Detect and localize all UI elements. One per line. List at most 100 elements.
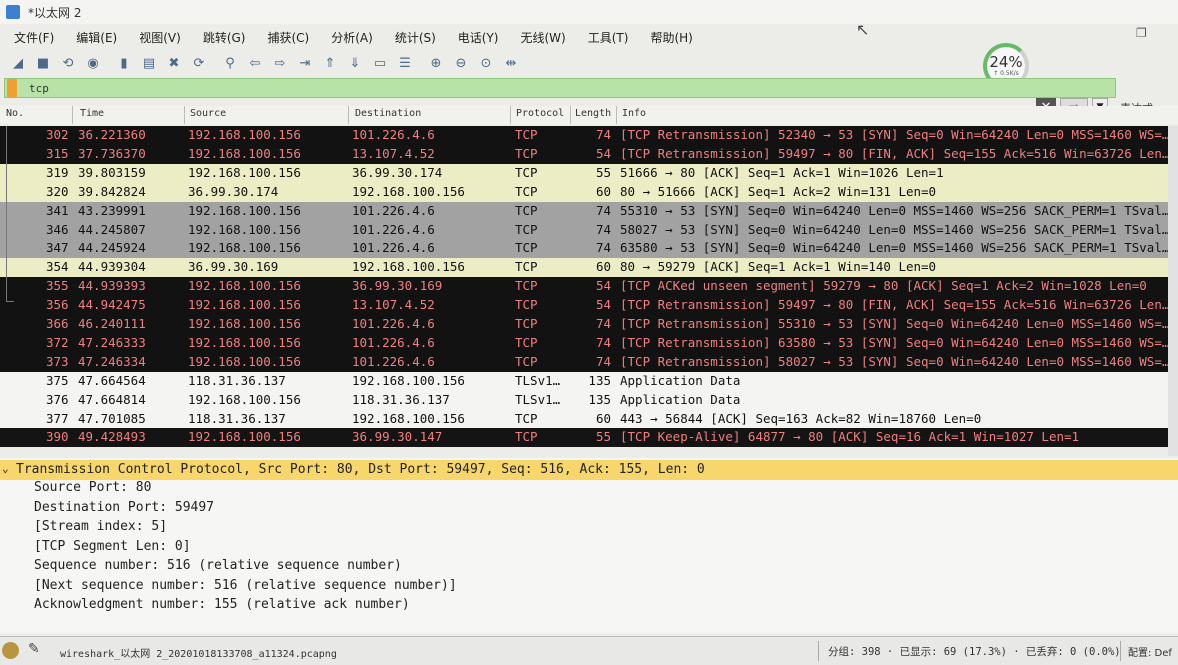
packet-cell-src: 192.168.100.156 xyxy=(188,240,301,256)
stop-icon[interactable]: ■ xyxy=(33,53,53,73)
menu-item[interactable]: 帮助(H) xyxy=(650,29,692,46)
shark-fin-icon[interactable]: ◢ xyxy=(8,53,28,73)
restart-icon[interactable]: ⟲ xyxy=(58,53,78,73)
packet-cell-proto: TLSv1… xyxy=(515,391,561,407)
display-filter-input[interactable] xyxy=(29,81,629,95)
tcp-tree-header[interactable]: ⌄ Transmission Control Protocol, Src Por… xyxy=(0,460,1178,480)
find-icon[interactable]: ⚲ xyxy=(220,53,240,73)
packet-row[interactable]: 315 37.736370 192.168.100.156 13.107.4.52 TC… xyxy=(0,144,1168,164)
packet-row[interactable]: 347 44.245924 192.168.100.156 101.226.4.6 TC… xyxy=(0,239,1168,259)
collapse-arrow-icon[interactable]: ⌄ xyxy=(2,462,9,475)
detail-field[interactable]: Acknowledgment number: 155 (relative ack… xyxy=(34,597,410,612)
packet-row[interactable]: 320 39.842824 36.99.30.174 192.168.100.156 T… xyxy=(0,182,1168,202)
menu-item[interactable]: 电话(Y) xyxy=(458,29,499,46)
packet-row[interactable]: 356 44.942475 192.168.100.156 13.107.4.52 TC… xyxy=(0,296,1168,316)
close-file-icon[interactable]: ✖ xyxy=(164,53,184,73)
packet-cell-time: 47.701085 xyxy=(78,410,146,426)
packet-row[interactable]: 373 47.246334 192.168.100.156 101.226.4.6 TC… xyxy=(0,352,1168,372)
packet-row[interactable]: 377 47.701085 118.31.36.137 192.168.100.156… xyxy=(0,409,1168,429)
column-divider[interactable] xyxy=(616,106,617,124)
filter-bookmark-icon[interactable] xyxy=(7,79,17,97)
packet-row[interactable]: 355 44.939393 192.168.100.156 36.99.30.169 T… xyxy=(0,277,1168,297)
packet-row[interactable]: 302 36.221360 192.168.100.156 101.226.4.6 TC… xyxy=(0,126,1168,145)
column-header-time[interactable]: Time xyxy=(80,108,104,119)
autoscroll-icon[interactable]: ▭ xyxy=(370,53,390,73)
reload-icon[interactable]: ⟳ xyxy=(189,53,209,73)
first-icon[interactable]: ⇑ xyxy=(320,53,340,73)
file-icon[interactable]: ▤ xyxy=(139,53,159,73)
capture-comment-icon[interactable]: ✎ xyxy=(28,641,40,657)
detail-field[interactable]: [Next sequence number: 516 (relative seq… xyxy=(34,578,457,593)
packet-row[interactable]: 366 46.240111 192.168.100.156 101.226.4.6 TC… xyxy=(0,315,1168,334)
column-header-info[interactable]: Info xyxy=(622,108,646,119)
packet-row[interactable]: 346 44.245807 192.168.100.156 101.226.4.6 TC… xyxy=(0,220,1168,240)
column-header-destination[interactable]: Destination xyxy=(355,108,421,119)
column-header-source[interactable]: Source xyxy=(190,108,226,119)
open-icon[interactable]: ▮ xyxy=(114,53,134,73)
packet-row[interactable]: 341 43.239991 192.168.100.156 101.226.4.6 TC… xyxy=(0,201,1168,221)
column-divider[interactable] xyxy=(348,106,349,124)
menu-item[interactable]: 视图(V) xyxy=(139,29,181,46)
packet-list-scrollbar[interactable] xyxy=(1168,126,1178,456)
packet-cell-time: 37.736370 xyxy=(78,145,146,161)
detail-field[interactable]: [TCP Segment Len: 0] xyxy=(34,539,191,554)
column-header-length[interactable]: Length xyxy=(575,108,611,119)
options-icon[interactable]: ◉ xyxy=(83,53,103,73)
packet-cell-len: 55 xyxy=(595,429,611,445)
forward-icon[interactable]: ⇨ xyxy=(270,53,290,73)
menu-item[interactable]: 无线(W) xyxy=(521,29,566,46)
column-divider[interactable] xyxy=(184,106,185,124)
last-icon[interactable]: ⇓ xyxy=(345,53,365,73)
menu-item[interactable]: 统计(S) xyxy=(395,29,436,46)
detail-field[interactable]: Source Port: 80 xyxy=(34,480,151,495)
packet-row[interactable]: 372 47.246333 192.168.100.156 101.226.4.6 TC… xyxy=(0,333,1168,353)
go-to-icon[interactable]: ⇥ xyxy=(295,53,315,73)
packet-row[interactable]: 375 47.664564 118.31.36.137 192.168.100.156… xyxy=(0,371,1168,391)
back-icon[interactable]: ⇦ xyxy=(245,53,265,73)
zoom-reset-icon[interactable]: ⊙ xyxy=(476,53,496,73)
menu-item[interactable]: 捕获(C) xyxy=(267,29,309,46)
packet-details-pane[interactable]: ⌄ Transmission Control Protocol, Src Por… xyxy=(0,458,1178,633)
packet-cell-no: 302 xyxy=(46,127,69,142)
colorize-icon[interactable]: ☰ xyxy=(395,53,415,73)
packet-cell-proto: TCP xyxy=(515,202,538,218)
detail-field[interactable]: Sequence number: 516 (relative sequence … xyxy=(34,558,402,573)
zoom-out-icon[interactable]: ⊖ xyxy=(451,53,471,73)
packet-row[interactable]: 376 47.664814 192.168.100.156 118.31.36.137… xyxy=(0,390,1168,410)
menu-item[interactable]: 工具(T) xyxy=(588,29,629,46)
restore-window-button[interactable]: ❐ xyxy=(1136,26,1147,40)
packet-cell-no: 320 xyxy=(46,183,69,199)
packet-row[interactable]: 319 39.803159 192.168.100.156 36.99.30.174 T… xyxy=(0,163,1168,183)
column-divider[interactable] xyxy=(570,106,571,124)
capture-status-icon[interactable] xyxy=(2,642,19,659)
packet-cell-proto: TCP xyxy=(515,316,538,331)
capture-file-name: wireshark_以太网 2_20201018133708_a11324.pc… xyxy=(60,649,337,660)
packet-row[interactable]: 390 49.428493 192.168.100.156 36.99.30.147 T… xyxy=(0,428,1168,448)
packet-cell-len: 74 xyxy=(595,353,611,369)
packet-stats: 分组: 398 · 已显示: 69 (17.3%) · 已丢弃: 0 (0.0%… xyxy=(828,646,1121,658)
menu-item[interactable]: 编辑(E) xyxy=(76,29,117,46)
detail-field[interactable]: [Stream index: 5] xyxy=(34,519,167,534)
packet-cell-info: [TCP Retransmission] 55310 → 53 [SYN] Se… xyxy=(620,316,1168,331)
packet-cell-time: 47.246334 xyxy=(78,353,146,369)
menu-item[interactable]: 文件(F) xyxy=(14,29,54,46)
column-divider[interactable] xyxy=(510,106,511,124)
packet-list[interactable]: 302 36.221360 192.168.100.156 101.226.4.6 TC… xyxy=(0,126,1178,456)
packet-cell-info: [TCP ACKed unseen segment] 59279 → 80 [A… xyxy=(620,278,1147,294)
menu-item[interactable]: 分析(A) xyxy=(331,29,373,46)
profile-indicator[interactable]: 配置: Def xyxy=(1128,644,1172,659)
packet-cell-proto: TCP xyxy=(515,278,538,294)
packet-cell-time: 43.239991 xyxy=(78,202,146,218)
detail-field[interactable]: Destination Port: 59497 xyxy=(34,500,214,515)
column-divider[interactable] xyxy=(72,106,73,124)
packet-row[interactable]: 354 44.939304 36.99.30.169 192.168.100.156 T… xyxy=(0,258,1168,278)
packet-cell-proto: TCP xyxy=(515,164,538,180)
packet-cell-dst: 192.168.100.156 xyxy=(352,372,465,388)
resize-columns-icon[interactable]: ⇹ xyxy=(501,53,521,73)
packet-cell-dst: 36.99.30.147 xyxy=(352,429,443,445)
packet-cell-time: 46.240111 xyxy=(78,316,146,331)
menu-item[interactable]: 跳转(G) xyxy=(203,29,246,46)
zoom-in-icon[interactable]: ⊕ xyxy=(426,53,446,73)
column-header-no[interactable]: No. xyxy=(6,108,24,119)
column-header-protocol[interactable]: Protocol xyxy=(516,108,564,119)
